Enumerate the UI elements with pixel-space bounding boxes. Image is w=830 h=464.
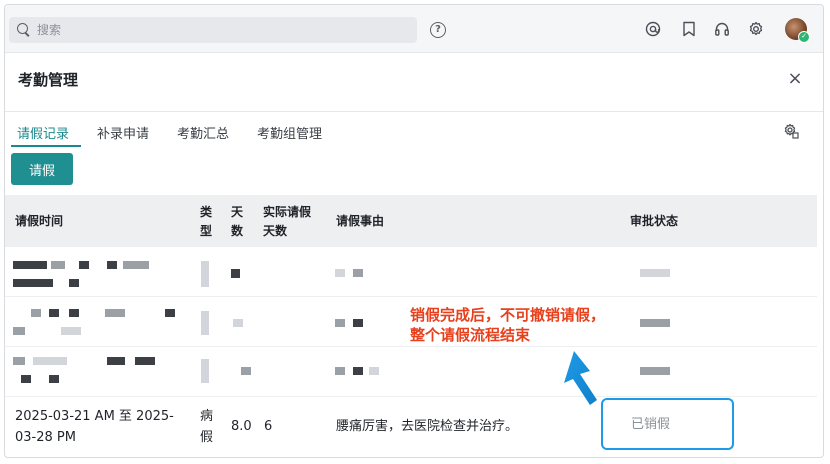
online-status-icon: ✓ — [798, 31, 810, 43]
tab-attendance-group[interactable]: 考勤组管理 — [257, 123, 322, 142]
col-header-status: 审批状态 — [630, 214, 679, 228]
gear-icon[interactable] — [747, 20, 765, 38]
tab-attendance-summary[interactable]: 考勤汇总 — [177, 123, 229, 142]
redacted-block — [201, 359, 209, 383]
col-header-days-2: 数 — [231, 224, 244, 238]
redacted-block — [107, 357, 125, 365]
active-tab-underline — [11, 145, 81, 147]
annotation-line-1: 销假完成后，不可撤销请假， — [410, 306, 606, 324]
search-bar[interactable] — [9, 17, 417, 43]
help-circle-icon[interactable]: ? — [430, 22, 446, 38]
cell-reason: 腰痛厉害，去医院检查并治疗。 — [336, 419, 519, 434]
redacted-block — [640, 269, 670, 277]
search-icon — [17, 23, 31, 37]
annotation-arrow-icon — [564, 351, 597, 405]
redacted-block — [49, 309, 59, 317]
redacted-block — [335, 269, 345, 277]
col-header-days-1: 天 — [231, 205, 244, 219]
cell-status: 已销假 — [631, 417, 671, 432]
redacted-block — [353, 269, 363, 277]
redacted-block — [201, 261, 209, 287]
redacted-block — [13, 261, 47, 269]
redacted-block — [640, 367, 670, 375]
cell-actual-days: 6 — [264, 419, 273, 434]
settings-gear-icon[interactable] — [783, 123, 799, 139]
redacted-block — [201, 311, 209, 335]
table-row[interactable] — [5, 247, 817, 297]
redacted-block — [135, 357, 155, 365]
redacted-block — [105, 309, 125, 317]
col-header-actual-1: 实际请假 — [263, 205, 312, 219]
redacted-block — [21, 375, 31, 383]
header-divider — [5, 111, 823, 112]
top-bar: ? ✓ — [5, 5, 823, 53]
redacted-block — [233, 319, 243, 327]
redacted-block — [61, 327, 81, 335]
tab-supplement-request[interactable]: 补录申请 — [97, 123, 149, 142]
annotation-note: 销假完成后，不可撤销请假， 整个请假流程结束 — [410, 305, 605, 345]
annotation-line-2: 整个请假流程结束 — [410, 326, 531, 344]
redacted-block — [640, 319, 670, 327]
redacted-block — [33, 357, 67, 365]
tab-bar: 请假记录 补录申请 考勤汇总 考勤组管理 — [5, 113, 823, 149]
redacted-block — [69, 309, 79, 317]
redacted-block — [49, 375, 59, 383]
redacted-block — [231, 269, 240, 278]
redacted-block — [369, 367, 379, 375]
redacted-block — [165, 309, 175, 317]
col-header-reason: 请假事由 — [336, 214, 385, 228]
cell-time-line1: 2025-03-21 AM 至 2025- — [15, 409, 174, 424]
cell-type-line2: 假 — [200, 430, 214, 445]
redacted-block — [241, 367, 251, 375]
cell-type-line1: 病 — [200, 409, 214, 424]
redacted-block — [51, 261, 65, 269]
at-icon[interactable] — [644, 20, 662, 38]
col-header-actual-2: 天数 — [263, 224, 288, 238]
close-icon[interactable]: × — [787, 70, 803, 88]
col-header-type-2: 型 — [200, 224, 213, 238]
redacted-block — [353, 367, 363, 375]
cell-days: 8.0 — [231, 419, 252, 434]
app-window: ? ✓ 考勤管理 × 请假记录 补录申请 考勤汇总 考勤组管理 请假 请假时间 … — [4, 4, 824, 458]
redacted-block — [69, 279, 79, 287]
table-row[interactable] — [5, 347, 817, 397]
redacted-block — [107, 261, 117, 269]
bookmark-icon[interactable] — [680, 20, 698, 38]
col-header-type-1: 类 — [200, 205, 213, 219]
redacted-block — [335, 319, 345, 327]
redacted-block — [335, 367, 345, 375]
redacted-block — [353, 319, 363, 327]
tab-leave-records[interactable]: 请假记录 — [17, 123, 69, 142]
redacted-block — [123, 261, 149, 269]
redacted-block — [79, 261, 89, 269]
redacted-block — [13, 279, 53, 287]
redacted-block — [13, 357, 25, 365]
redacted-block — [31, 309, 41, 317]
search-input[interactable] — [37, 23, 397, 37]
leave-request-button[interactable]: 请假 — [11, 153, 73, 185]
headset-icon[interactable] — [713, 20, 731, 38]
cell-time-line2: 03-28 PM — [15, 430, 76, 445]
dialog-title: 考勤管理 — [18, 71, 79, 89]
col-header-time: 请假时间 — [15, 214, 64, 228]
table-header: 请假时间 类 型 天 数 实际请假 天数 请假事由 审批状态 — [5, 195, 817, 247]
redacted-block — [13, 327, 25, 335]
